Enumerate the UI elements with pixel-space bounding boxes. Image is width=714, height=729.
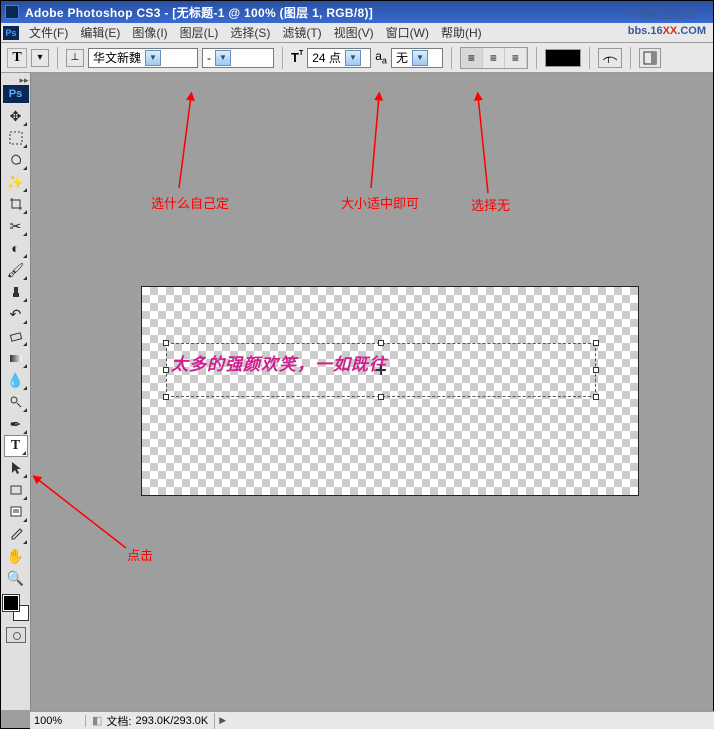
chevron-down-icon: ▼: [215, 50, 231, 66]
font-size-icon: TT: [291, 50, 303, 65]
resize-handle[interactable]: [163, 367, 169, 373]
tool-preset-dropdown[interactable]: ▾: [31, 49, 49, 67]
align-center-button[interactable]: ≡: [483, 48, 505, 68]
align-right-button[interactable]: ≡: [505, 48, 527, 68]
menu-help[interactable]: 帮助(H): [435, 22, 488, 43]
menu-view[interactable]: 视图(V): [328, 22, 380, 43]
menu-edit[interactable]: 编辑(E): [74, 22, 126, 43]
blur-tool[interactable]: 💧: [4, 369, 28, 391]
zoom-level[interactable]: 100%: [30, 715, 86, 727]
resize-handle[interactable]: [593, 340, 599, 346]
title-bar: Adobe Photoshop CS3 - [无标题-1 @ 100% (图层 …: [1, 1, 713, 23]
resize-handle[interactable]: [163, 394, 169, 400]
panel-icon: [643, 51, 657, 65]
warp-text-button[interactable]: T: [598, 48, 622, 68]
history-brush-tool[interactable]: ↶: [4, 303, 28, 325]
workspace: ▸▸ Ps ✥ ✨ ✂ ◐ 🖌 ↶ 💧 ✒ T ✋ 🔍 太多的强颜欢笑: [1, 73, 713, 710]
crop-tool[interactable]: [4, 193, 28, 215]
document-canvas[interactable]: 太多的强颜欢笑，一如既往: [141, 286, 639, 496]
options-bar: T ▾ ⊥ 华文新魏 ▼ - ▼ TT 24 点 ▼ aa 无 ▼ ≡ ≡ ≡ …: [1, 43, 713, 73]
lasso-tool[interactable]: [4, 149, 28, 171]
eyedropper-tool[interactable]: [4, 523, 28, 545]
font-family-dropdown[interactable]: 华文新魏 ▼: [88, 48, 198, 68]
shape-tool[interactable]: [4, 479, 28, 501]
resize-handle[interactable]: [378, 394, 384, 400]
notes-tool[interactable]: [4, 501, 28, 523]
resize-handle[interactable]: [593, 394, 599, 400]
brush-tool[interactable]: 🖌: [4, 259, 28, 281]
app-icon: [5, 5, 19, 19]
antialias-icon: aa: [375, 49, 387, 65]
font-style-value: -: [207, 51, 211, 65]
wand-tool[interactable]: ✨: [4, 171, 28, 193]
marquee-tool[interactable]: [4, 127, 28, 149]
character-panel-button[interactable]: [639, 48, 661, 68]
menu-layer[interactable]: 图层(L): [174, 22, 225, 43]
pen-tool[interactable]: ✒: [4, 413, 28, 435]
panel-arrow-icon[interactable]: ▸▸: [19, 75, 28, 85]
watermark: PS教程论坛 bbs.16XX.COM: [628, 3, 706, 37]
slice-tool[interactable]: ✂: [4, 215, 28, 237]
resize-handle[interactable]: [378, 340, 384, 346]
font-style-dropdown[interactable]: - ▼: [202, 48, 274, 68]
stamp-tool[interactable]: [4, 281, 28, 303]
chevron-down-icon: ▼: [412, 50, 428, 66]
font-family-value: 华文新魏: [93, 49, 141, 66]
center-point-icon: [377, 366, 385, 374]
status-bar: 100% ◧ 文档:293.0K/293.0K ▶: [30, 711, 714, 729]
document-info[interactable]: ◧ 文档:293.0K/293.0K: [86, 713, 215, 729]
text-align-group: ≡ ≡ ≡: [460, 47, 528, 69]
antialias-dropdown[interactable]: 无 ▼: [391, 48, 443, 68]
tools-panel: ▸▸ Ps ✥ ✨ ✂ ◐ 🖌 ↶ 💧 ✒ T ✋ 🔍: [1, 73, 31, 710]
zoom-tool[interactable]: 🔍: [4, 567, 28, 589]
align-left-button[interactable]: ≡: [461, 48, 483, 68]
menu-window[interactable]: 窗口(W): [380, 22, 435, 43]
window-title: Adobe Photoshop CS3 - [无标题-1 @ 100% (图层 …: [25, 4, 373, 21]
type-tool[interactable]: T: [4, 435, 28, 457]
canvas-area[interactable]: 太多的强颜欢笑，一如既往 选什么自己定 大小适中即可 选择无: [31, 73, 713, 710]
info-icon: ◧: [92, 714, 102, 727]
gradient-tool[interactable]: [4, 347, 28, 369]
menu-image[interactable]: 图像(I): [126, 22, 173, 43]
menu-select[interactable]: 选择(S): [224, 22, 276, 43]
font-size-value: 24 点: [312, 49, 341, 66]
chevron-down-icon: ▼: [345, 50, 361, 66]
ps-header-icon: Ps: [3, 85, 29, 103]
eraser-tool[interactable]: [4, 325, 28, 347]
text-color-swatch[interactable]: [545, 49, 581, 67]
chevron-down-icon: ▼: [145, 50, 161, 66]
dodge-tool[interactable]: [4, 391, 28, 413]
warp-icon: T: [602, 52, 618, 64]
move-tool[interactable]: ✥: [4, 105, 28, 127]
active-tool-indicator[interactable]: T: [7, 48, 27, 68]
resize-handle[interactable]: [593, 367, 599, 373]
menu-file[interactable]: 文件(F): [23, 22, 74, 43]
hand-tool[interactable]: ✋: [4, 545, 28, 567]
color-swatches[interactable]: [3, 595, 29, 621]
font-size-dropdown[interactable]: 24 点 ▼: [307, 48, 371, 68]
text-bounding-box[interactable]: 太多的强颜欢笑，一如既往: [166, 343, 596, 397]
svg-text:T: T: [606, 56, 611, 64]
orientation-button[interactable]: ⊥: [66, 49, 84, 67]
path-select-tool[interactable]: [4, 457, 28, 479]
menu-bar: Ps 文件(F) 编辑(E) 图像(I) 图层(L) 选择(S) 滤镜(T) 视…: [1, 23, 713, 43]
ps-logo-icon: Ps: [3, 26, 19, 40]
quick-mask-button[interactable]: [6, 627, 26, 643]
info-dropdown-icon[interactable]: ▶: [215, 715, 230, 726]
foreground-color[interactable]: [3, 595, 19, 611]
antialias-value: 无: [396, 49, 408, 66]
menu-filter[interactable]: 滤镜(T): [276, 22, 327, 43]
resize-handle[interactable]: [163, 340, 169, 346]
healing-tool[interactable]: ◐: [4, 237, 28, 259]
canvas-text[interactable]: 太多的强颜欢笑，一如既往: [171, 350, 387, 375]
